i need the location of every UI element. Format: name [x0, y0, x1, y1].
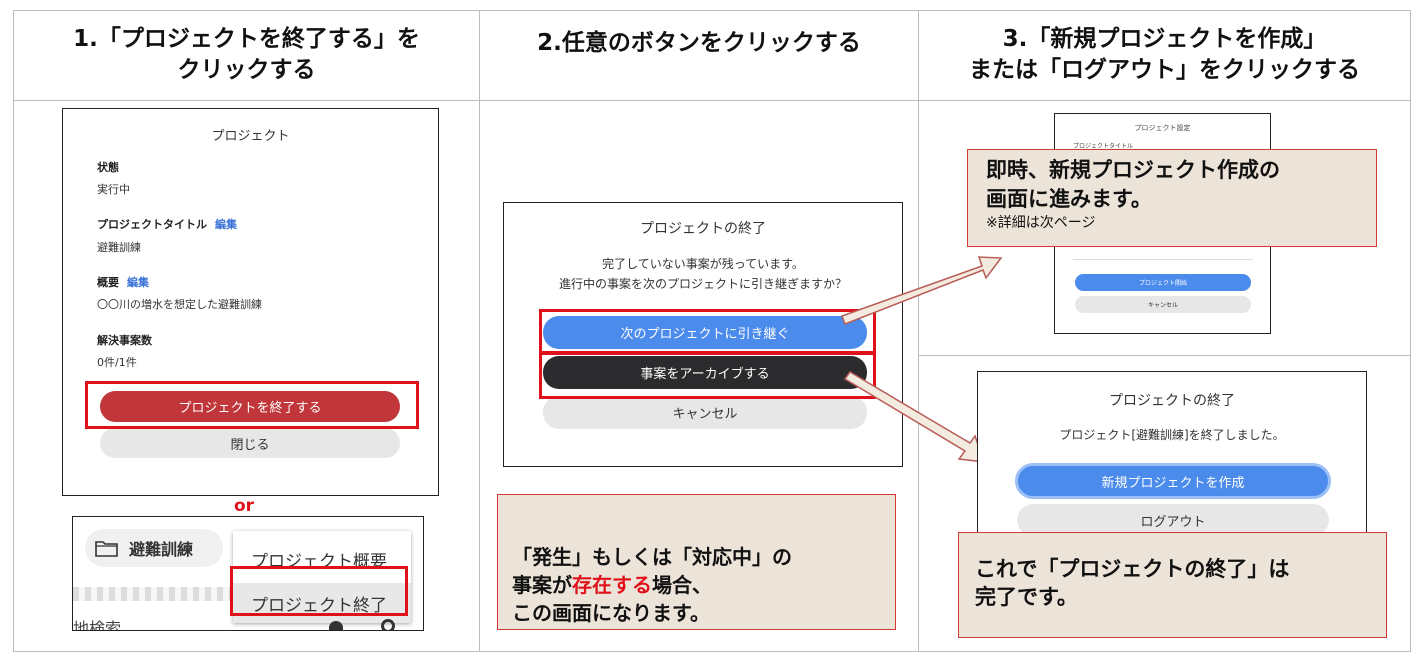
end-dialog-title: プロジェクトの終了	[640, 221, 766, 237]
highlight-archive	[539, 352, 876, 399]
panel3-note-new-project: 即時、新規プロジェクト作成の 画面に進みます。 ※詳細は次ページ	[967, 149, 1377, 247]
table-header-divider	[13, 100, 1411, 101]
close-button[interactable]: 閉じる	[100, 428, 400, 458]
summary-row: 概要 編集	[97, 274, 149, 290]
panel2-note: 「発生」もしくは「対応中」の 事案が存在する場合、 この画面になります。	[497, 494, 896, 630]
project-title-row: プロジェクトタイトル 編集	[97, 216, 237, 232]
project-title-label: プロジェクトタイトル	[97, 218, 207, 231]
highlight-end-menu-item	[230, 566, 408, 616]
start-project-button[interactable]: プロジェクト開始	[1075, 274, 1251, 291]
table-border-bottom	[13, 651, 1411, 652]
complete-dialog-message: プロジェクト[避難訓練]を終了しました。	[1059, 428, 1285, 442]
map-strip	[73, 587, 233, 601]
end-complete-dialog: プロジェクトの終了 プロジェクト[避難訓練]を終了しました。 新規プロジェクトを…	[977, 371, 1367, 541]
panel2-note-highlight: 存在する	[572, 573, 652, 597]
map-search-label: 地検索	[73, 619, 122, 631]
resolved-label: 解決事案数	[97, 334, 152, 347]
end-dialog-message-1: 完了していない事案が残っています。	[602, 257, 804, 271]
column-header-2: 2.任意のボタンをクリックする	[537, 30, 861, 56]
resolved-value: 0件/1件	[97, 356, 137, 369]
location-icon	[381, 619, 395, 630]
highlight-carry-over	[539, 309, 876, 354]
summary-label: 概要	[97, 276, 119, 289]
complete-dialog-title: プロジェクトの終了	[1109, 393, 1235, 409]
project-chip-label: 避難訓練	[129, 540, 194, 559]
status-value: 実行中	[97, 183, 130, 196]
table-border-right	[1410, 10, 1411, 652]
column-header-1: 1.「プロジェクトを終了する」を クリックする	[73, 26, 420, 83]
mic-icon	[329, 621, 343, 630]
settings-cancel-button[interactable]: キャンセル	[1075, 296, 1251, 313]
panel3-note-sub: ※詳細は次ページ	[986, 215, 1096, 231]
table-divider-1	[479, 10, 480, 652]
panel3-note-main: 即時、新規プロジェクト作成の 画面に進みます。	[986, 158, 1280, 211]
settings-input[interactable]	[1073, 248, 1253, 260]
project-title-value: 避難訓練	[97, 241, 141, 254]
project-title-edit-link[interactable]: 編集	[215, 216, 237, 232]
project-dialog-title: プロジェクト	[211, 129, 290, 144]
table-border-left	[13, 10, 14, 652]
or-label: or	[234, 496, 255, 516]
table-col3-divider	[918, 355, 1410, 356]
create-new-project-button[interactable]: 新規プロジェクトを作成	[1015, 463, 1331, 499]
panel3-note-complete: これで「プロジェクトの終了」は 完了です。	[958, 532, 1387, 638]
status-label: 状態	[97, 161, 119, 174]
settings-title: プロジェクト設定	[1134, 124, 1191, 132]
table-divider-2	[918, 10, 919, 652]
summary-value: 〇〇川の増水を想定した避難訓練	[97, 298, 262, 311]
folder-icon	[95, 541, 118, 557]
project-chip[interactable]: 避難訓練	[85, 529, 223, 567]
summary-edit-link[interactable]: 編集	[127, 274, 149, 290]
column-header-3: 3.「新規プロジェクトを作成」 または「ログアウト」をクリックする	[969, 26, 1360, 83]
cancel-button[interactable]: キャンセル	[543, 396, 867, 429]
project-dialog: プロジェクト 状態 実行中 プロジェクトタイトル 編集 避難訓練 概要 編集 〇…	[62, 108, 439, 496]
end-dialog-message-2: 進行中の事案を次のプロジェクトに引き継ぎますか？	[558, 277, 847, 291]
highlight-end-button	[85, 381, 419, 429]
